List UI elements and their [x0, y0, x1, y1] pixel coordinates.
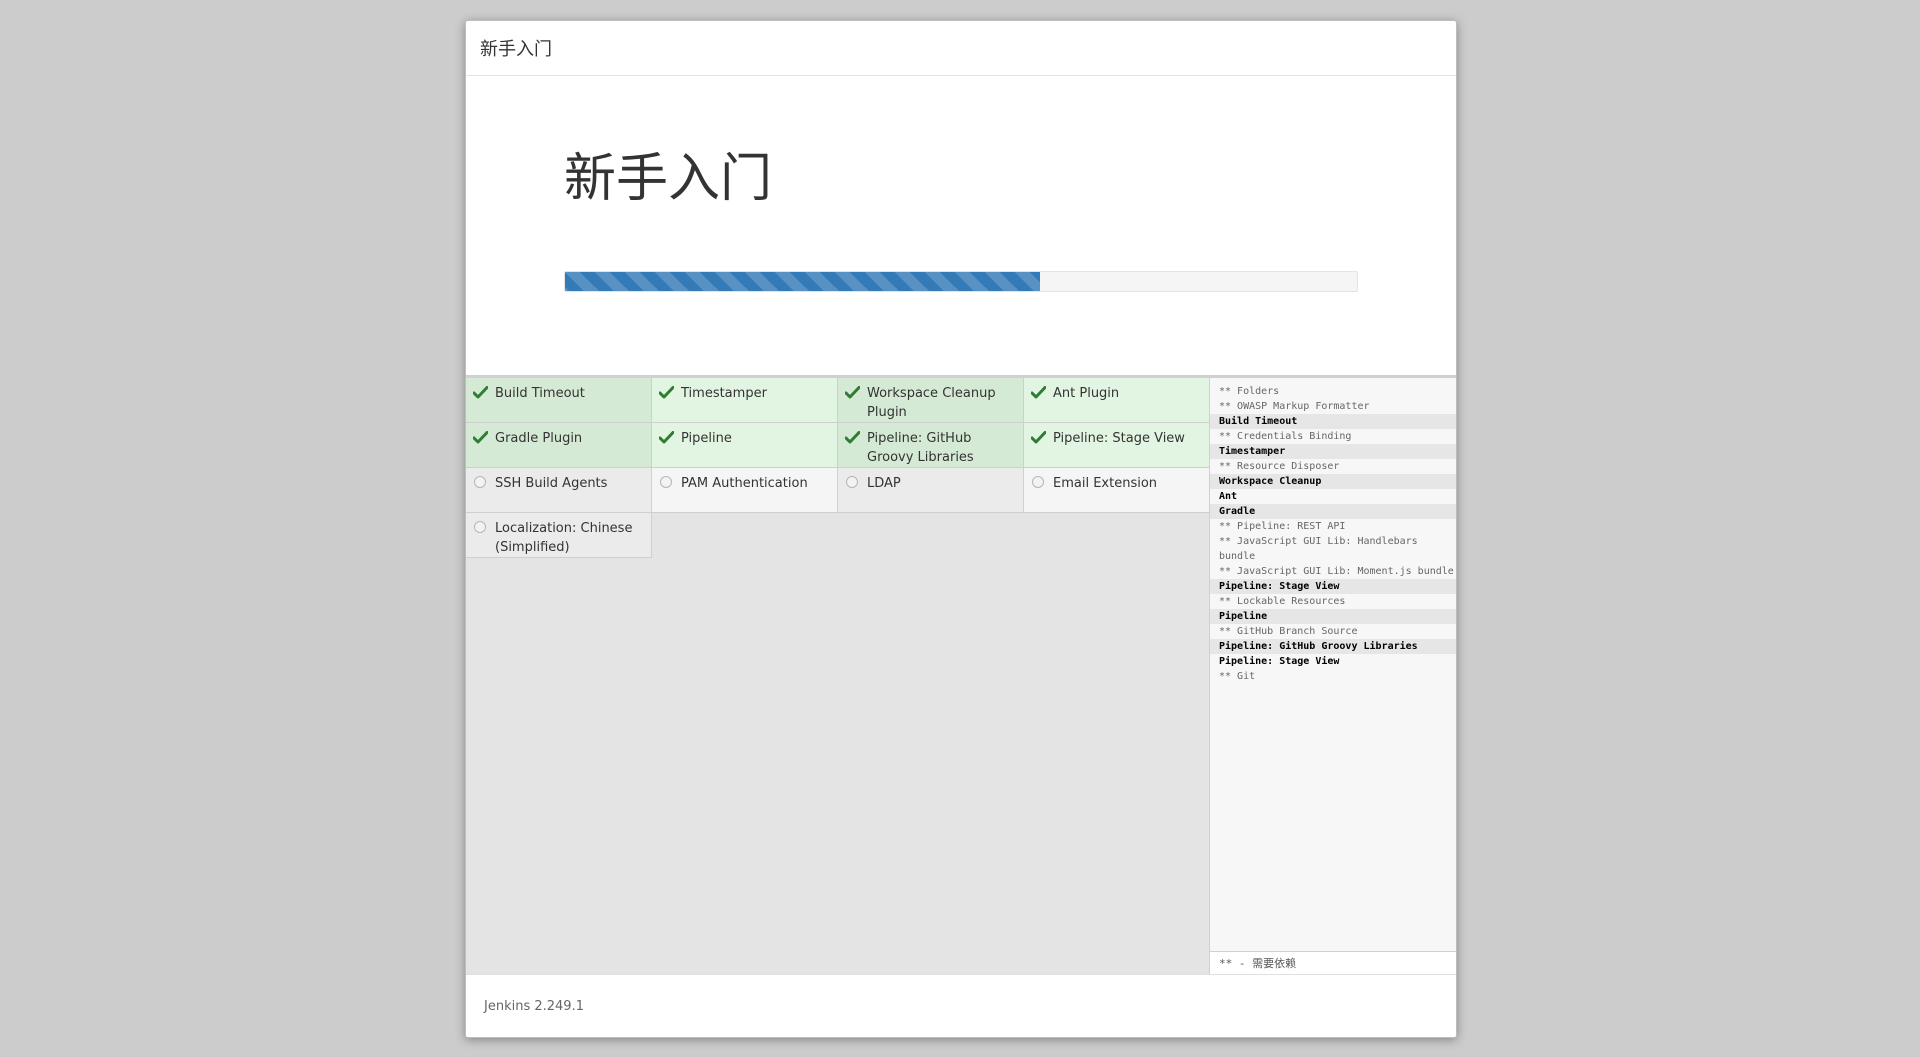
log-line: Ant — [1219, 491, 1238, 502]
plugin-label: Gradle Plugin — [495, 431, 583, 446]
hero-section: 新手入门 — [466, 76, 1456, 378]
checkmark-icon — [1030, 384, 1046, 400]
install-progress-bar — [565, 272, 1041, 291]
checkmark-icon — [472, 429, 488, 445]
pending-circle-icon — [658, 474, 674, 490]
log-line: ** GitHub Branch Source — [1219, 626, 1358, 637]
log-line: Workspace Cleanup — [1210, 474, 1456, 489]
log-line: ** Credentials Binding — [1219, 431, 1352, 442]
log-line: ** Lockable Resources — [1219, 596, 1346, 607]
log-line: ** OWASP Markup Formatter — [1219, 401, 1370, 412]
install-log-panel[interactable]: ** Folders ** OWASP Markup Formatter Build… — [1209, 378, 1456, 974]
log-line: ** Git — [1219, 671, 1256, 682]
log-line: ** JavaScript GUI Lib: Handlebars bundle — [1219, 536, 1424, 562]
plugin-label: Localization: Chinese (Simplified) — [495, 521, 633, 555]
plugin-item: Email Extension — [1024, 468, 1210, 513]
hero-title: 新手入门 — [564, 149, 773, 209]
setup-wizard-dialog: 新手入门 新手入门 Build Timeout Timestamper Worksp… — [465, 20, 1457, 1038]
log-line: ** Resource Disposer — [1219, 461, 1340, 472]
plugin-label: Timestamper — [681, 386, 767, 401]
plugin-item: SSH Build Agents — [466, 468, 652, 513]
dialog-header-title: 新手入门 — [480, 39, 552, 60]
plugin-item: Workspace Cleanup Plugin — [838, 378, 1024, 423]
log-line: Gradle — [1210, 504, 1456, 519]
checkmark-icon — [472, 384, 488, 400]
install-log: ** Folders ** OWASP Markup Formatter Build… — [1210, 384, 1456, 684]
pending-circle-icon — [844, 474, 860, 490]
log-line: ** JavaScript GUI Lib: Moment.js bundle — [1219, 566, 1454, 577]
log-line: Pipeline: Stage View — [1210, 579, 1456, 594]
log-line: ** Pipeline: REST API — [1219, 521, 1346, 532]
checkmark-icon — [658, 384, 674, 400]
plugin-item: LDAP — [838, 468, 1024, 513]
plugin-label: PAM Authentication — [681, 476, 808, 491]
checkmark-icon — [844, 429, 860, 445]
plugin-label: Ant Plugin — [1053, 386, 1120, 401]
plugin-item: Localization: Chinese (Simplified) — [466, 513, 652, 558]
pending-circle-icon — [472, 474, 488, 490]
plugin-item: Gradle Plugin — [466, 423, 652, 468]
plugin-item: Ant Plugin — [1024, 378, 1210, 423]
plugin-label: Pipeline: Stage View — [1053, 431, 1185, 446]
plugin-label: LDAP — [867, 476, 901, 491]
checkmark-icon — [844, 384, 860, 400]
plugin-label: Pipeline: GitHub Groovy Libraries — [867, 431, 974, 465]
dialog-footer: Jenkins 2.249.1 — [466, 974, 1456, 1037]
checkmark-icon — [1030, 429, 1046, 445]
plugin-item: Pipeline: Stage View — [1024, 423, 1210, 468]
plugin-item: PAM Authentication — [652, 468, 838, 513]
jenkins-version: Jenkins 2.249.1 — [484, 999, 584, 1014]
plugin-item: Pipeline — [652, 423, 838, 468]
log-line: Build Timeout — [1210, 414, 1456, 429]
plugin-label: Workspace Cleanup Plugin — [867, 386, 996, 420]
pending-circle-icon — [472, 519, 488, 535]
log-line: Timestamper — [1210, 444, 1456, 459]
install-progress — [564, 271, 1358, 292]
checkmark-icon — [658, 429, 674, 445]
log-line: ** Folders — [1219, 386, 1280, 397]
plugin-grid: Build Timeout Timestamper Workspace Cleanu… — [466, 378, 1210, 974]
plugin-item: Timestamper — [652, 378, 838, 423]
log-legend: ** - 需要依赖 — [1210, 951, 1456, 974]
plugin-label: Email Extension — [1053, 476, 1158, 491]
plugin-label: Build Timeout — [495, 386, 585, 401]
log-line: Pipeline: GitHub Groovy Libraries — [1210, 639, 1456, 654]
log-line: Pipeline: Stage View — [1219, 656, 1340, 667]
pending-circle-icon — [1030, 474, 1046, 490]
log-line: Pipeline — [1210, 609, 1456, 624]
plugin-item: Pipeline: GitHub Groovy Libraries — [838, 423, 1024, 468]
install-body: Build Timeout Timestamper Workspace Cleanu… — [466, 378, 1456, 974]
plugin-item: Build Timeout — [466, 378, 652, 423]
dialog-header: 新手入门 — [466, 21, 1456, 76]
plugin-label: SSH Build Agents — [495, 476, 608, 491]
plugin-label: Pipeline — [681, 431, 732, 446]
